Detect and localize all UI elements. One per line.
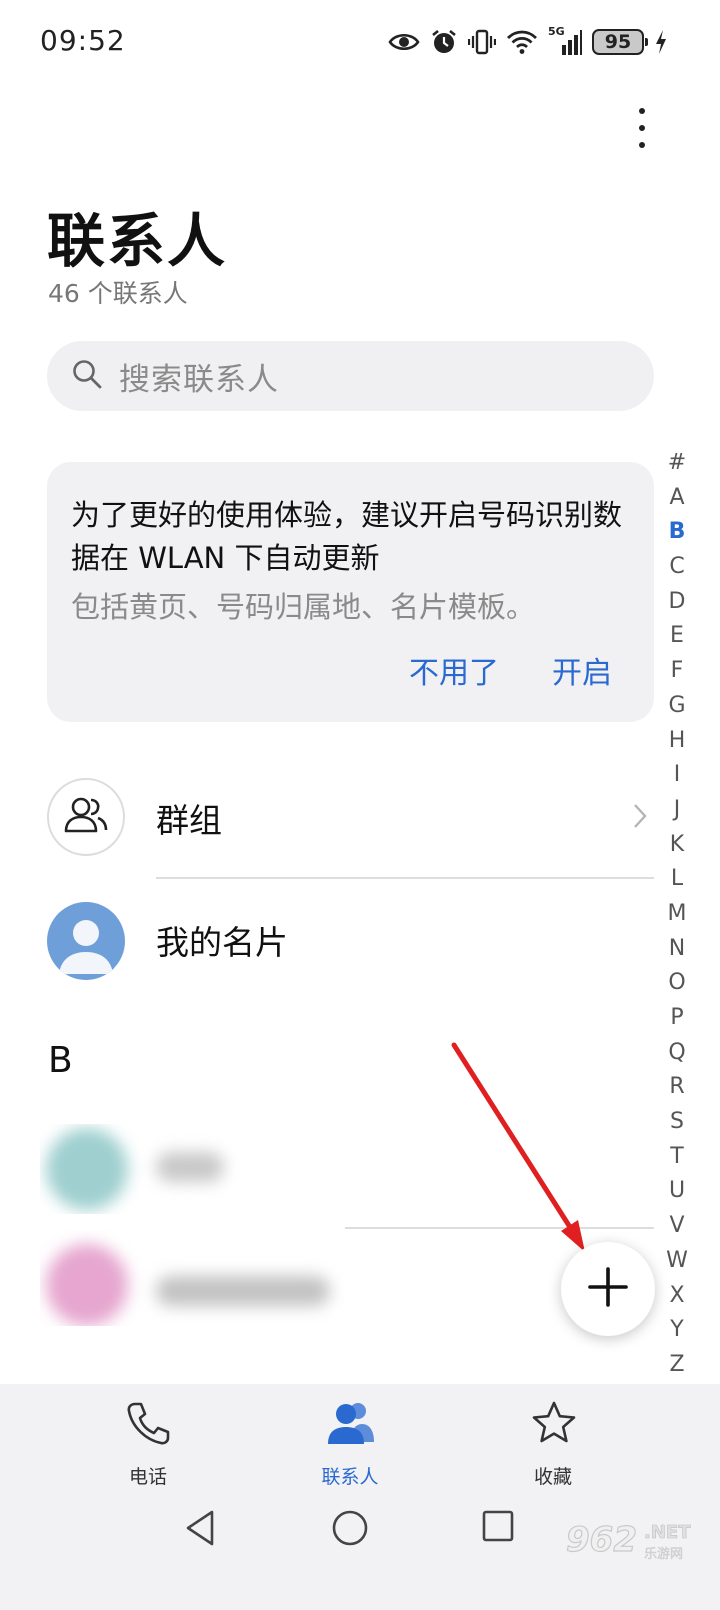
add-contact-button[interactable] [561, 1242, 655, 1336]
card-detail: 包括黄页、号码归属地、名片模板。 [71, 590, 536, 624]
groups-row[interactable]: 群组 [0, 766, 660, 866]
index-letter[interactable]: D [662, 585, 692, 620]
tab-label: 联系人 [321, 1466, 379, 1488]
index-letter[interactable]: A [662, 481, 692, 516]
index-letter[interactable]: J [662, 793, 692, 828]
tab-label: 收藏 [533, 1466, 572, 1488]
index-letter[interactable]: K [662, 828, 692, 863]
groups-label: 群组 [156, 801, 222, 840]
list-divider [345, 1227, 654, 1229]
index-letter[interactable]: L [662, 862, 692, 897]
index-letter[interactable]: X [662, 1279, 692, 1314]
index-letter[interactable]: O [662, 966, 692, 1001]
status-bar: 09:52 5G 95 [0, 0, 720, 84]
tab-label: 电话 [128, 1466, 167, 1488]
tab-contacts[interactable]: 联系人 [280, 1396, 420, 1488]
index-letter[interactable]: N [662, 932, 692, 967]
charging-icon [654, 29, 668, 55]
avatar [47, 902, 125, 980]
index-letter[interactable]: U [662, 1174, 692, 1209]
avatar [46, 1244, 128, 1326]
tab-favorites[interactable]: 收藏 [483, 1396, 623, 1488]
my-card-label: 我的名片 [156, 923, 288, 962]
index-letter[interactable]: C [662, 550, 692, 585]
update-suggestion-card: 为了更好的使用体验，建议开启号码识别数据在 WLAN 下自动更新 包括黄页、号码… [47, 462, 654, 722]
search-input[interactable]: 搜索联系人 [47, 341, 654, 411]
redacted-name [156, 1276, 330, 1306]
watermark-logo: 962 .NET 乐游网 [565, 1519, 700, 1562]
index-letter[interactable]: P [662, 1001, 692, 1036]
chevron-right-icon [632, 802, 648, 834]
dismiss-button[interactable]: 不用了 [409, 648, 499, 692]
alarm-icon [430, 28, 458, 56]
page-title: 联系人 [47, 207, 228, 275]
index-letter[interactable]: B [662, 515, 692, 550]
list-divider [156, 877, 654, 879]
index-letter[interactable]: H [662, 724, 692, 759]
nav-recents-button[interactable] [468, 1508, 528, 1552]
index-letter[interactable]: M [662, 897, 692, 932]
index-letter[interactable]: V [662, 1209, 692, 1244]
my-card-row[interactable]: 我的名片 [0, 890, 660, 990]
wifi-icon [506, 29, 538, 55]
status-icons: 5G 95 [388, 25, 668, 58]
nav-home-button[interactable] [320, 1508, 380, 1552]
avatar [46, 1128, 128, 1210]
index-letter[interactable]: Q [662, 1036, 692, 1071]
enable-button[interactable]: 开启 [552, 648, 612, 692]
redacted-name [156, 1152, 224, 1182]
more-vertical-icon[interactable] [628, 106, 656, 150]
nav-back-button[interactable] [170, 1508, 230, 1552]
bottom-tab-bar: 电话 联系人 收藏 [0, 1384, 720, 1610]
vibrate-icon [468, 28, 496, 56]
index-letter[interactable]: F [662, 654, 692, 689]
index-letter[interactable]: Y [662, 1313, 692, 1348]
signal-icon: 5G [548, 25, 582, 57]
index-letter[interactable]: G [662, 689, 692, 724]
recents-icon [468, 1508, 528, 1544]
plus-icon [586, 1265, 630, 1313]
status-time: 09:52 [40, 24, 126, 57]
battery-icon: 95 [592, 29, 648, 55]
home-icon [320, 1508, 380, 1548]
index-letter[interactable]: R [662, 1070, 692, 1105]
search-icon [71, 358, 103, 394]
index-letter[interactable]: T [662, 1140, 692, 1175]
contact-count: 46 个联系人 [48, 279, 188, 308]
alphabet-index[interactable]: # A B C D E F G H I J K L M N O P Q R S T U V W X Y Z [662, 446, 692, 1383]
index-letter[interactable]: I [662, 758, 692, 793]
search-placeholder: 搜索联系人 [119, 361, 279, 398]
index-letter[interactable]: # [662, 446, 692, 481]
back-icon [170, 1508, 230, 1548]
section-header: B [48, 1040, 73, 1081]
watermark-main: 962 [565, 1519, 637, 1560]
index-letter[interactable]: E [662, 619, 692, 654]
list-item[interactable] [40, 1124, 240, 1214]
list-item[interactable] [40, 1230, 344, 1326]
index-letter[interactable]: Z [662, 1348, 692, 1383]
people-icon [62, 795, 110, 839]
battery-level: 95 [604, 31, 632, 53]
index-letter[interactable]: W [662, 1244, 692, 1279]
watermark-cn: 乐游网 [644, 1547, 684, 1562]
card-message: 为了更好的使用体验，建议开启号码识别数据在 WLAN 下自动更新 [71, 498, 623, 575]
tab-phone[interactable]: 电话 [78, 1396, 218, 1488]
groups-avatar [47, 778, 125, 856]
eye-icon [388, 31, 420, 53]
watermark-suffix: .NET [644, 1522, 691, 1544]
index-letter[interactable]: S [662, 1105, 692, 1140]
